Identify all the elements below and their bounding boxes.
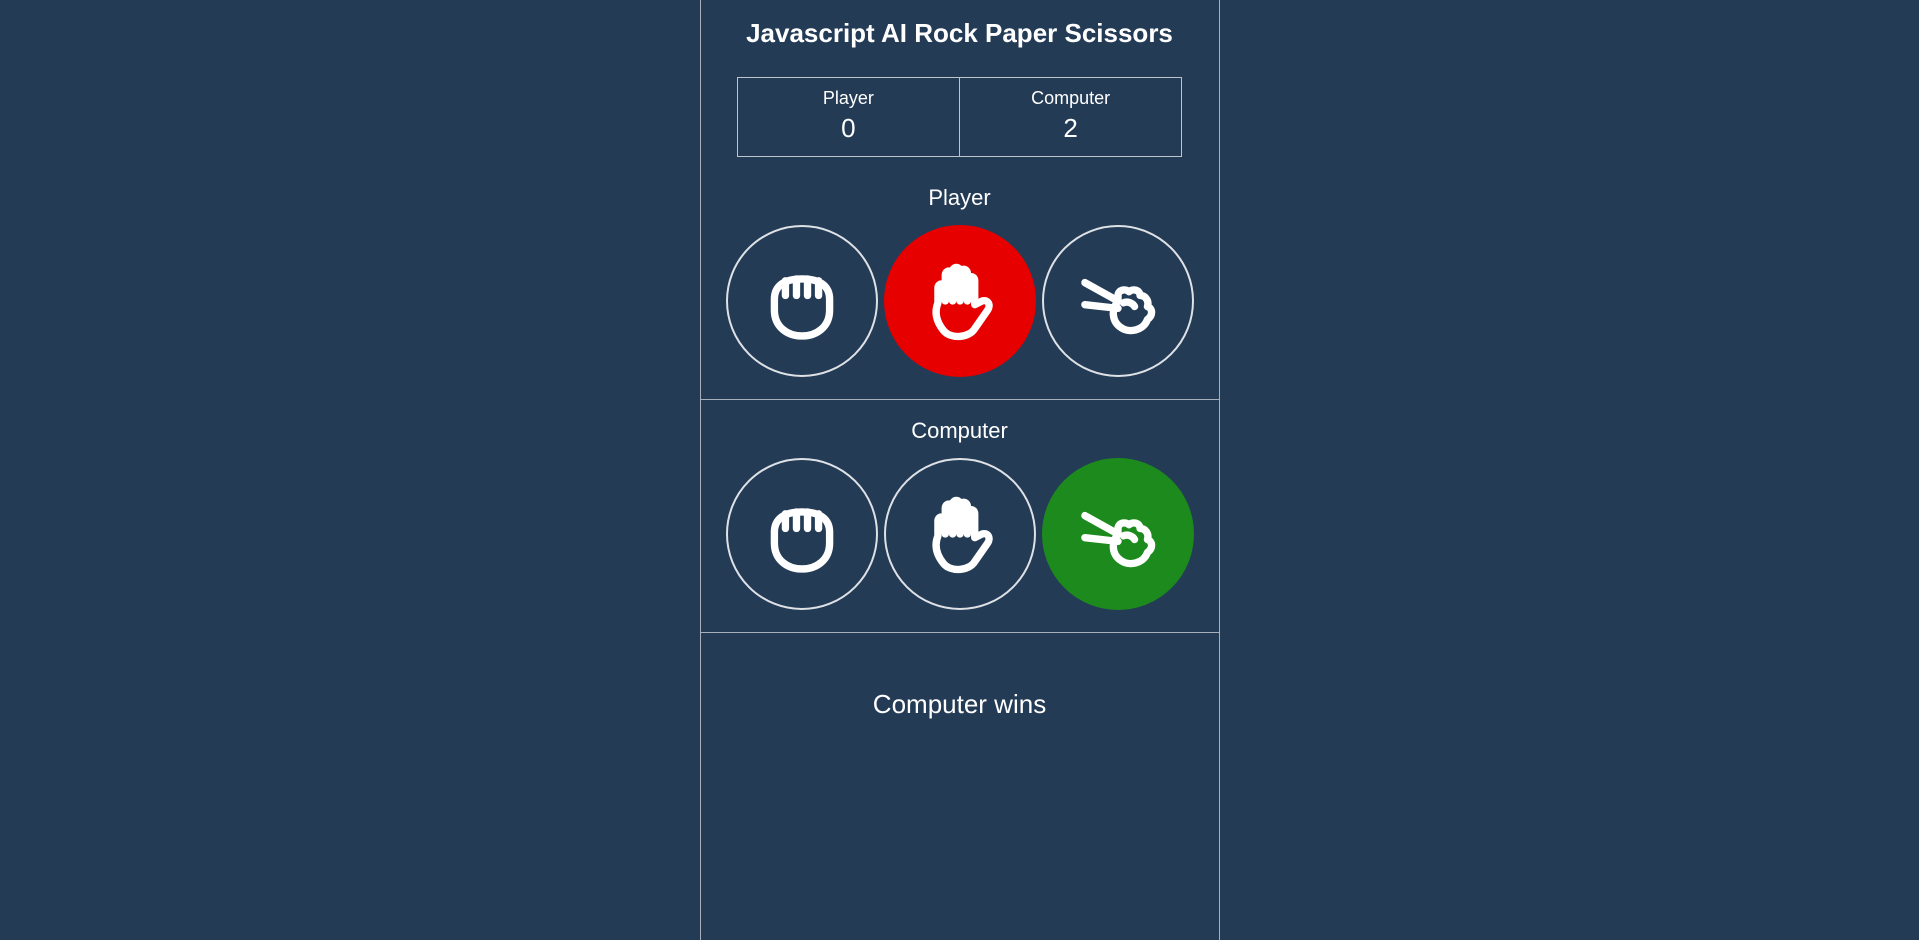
paper-icon: [914, 255, 1006, 347]
computer-choice-rock: [726, 458, 878, 610]
computer-choice-paper: [884, 458, 1036, 610]
computer-choice-scissors: [1042, 458, 1194, 610]
computer-choices: [711, 458, 1209, 610]
score-player-label: Player: [746, 88, 951, 109]
score-computer: Computer 2: [960, 78, 1181, 156]
rock-icon: [756, 255, 848, 347]
player-choice-paper[interactable]: [884, 225, 1036, 377]
player-choices: [711, 225, 1209, 377]
computer-panel-header: Computer: [711, 418, 1209, 444]
result-text: Computer wins: [701, 633, 1219, 790]
rock-icon: [756, 488, 848, 580]
score-computer-label: Computer: [968, 88, 1173, 109]
paper-icon: [914, 488, 1006, 580]
player-panel: Player: [701, 167, 1219, 400]
player-choice-scissors[interactable]: [1042, 225, 1194, 377]
score-player-value: 0: [746, 113, 951, 144]
score-computer-value: 2: [968, 113, 1173, 144]
player-choice-rock[interactable]: [726, 225, 878, 377]
score-player: Player 0: [738, 78, 960, 156]
scoreboard: Player 0 Computer 2: [737, 77, 1182, 157]
scissors-icon: [1072, 255, 1164, 347]
computer-panel: Computer: [701, 400, 1219, 633]
player-panel-header: Player: [711, 185, 1209, 211]
game-container: Javascript AI Rock Paper Scissors Player…: [700, 0, 1220, 940]
scissors-icon: [1072, 488, 1164, 580]
page-title: Javascript AI Rock Paper Scissors: [701, 0, 1219, 71]
